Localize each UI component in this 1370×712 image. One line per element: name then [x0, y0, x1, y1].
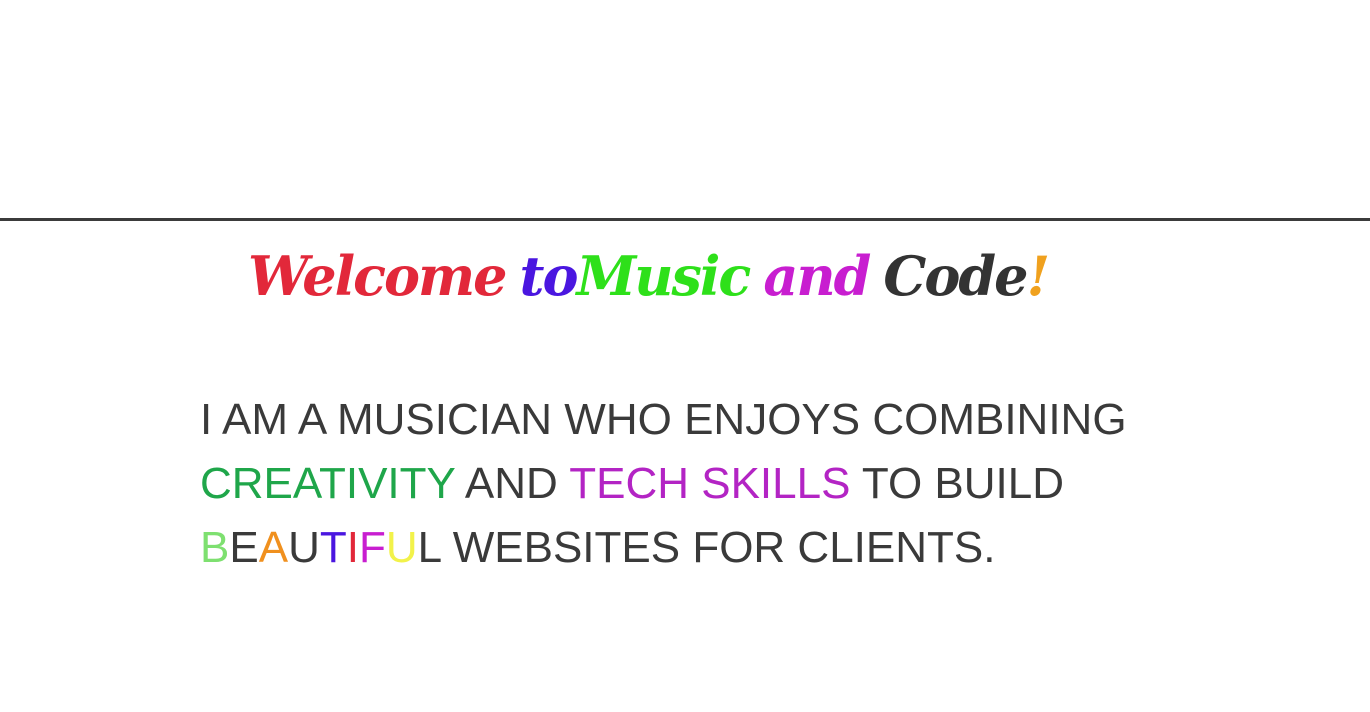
- beautiful-rainbow-word: BEAUTIFUL: [200, 523, 441, 572]
- intro-line-3-rest: WEBSITES FOR CLIENTS.: [440, 523, 996, 572]
- beautiful-letter: A: [258, 523, 289, 572]
- page: Welcome toMusic and Code! I AM A MUSICIAN W…: [0, 0, 1370, 712]
- welcome-heading: Welcome toMusic and Code!: [248, 236, 1050, 316]
- heading-word-and: and: [763, 244, 871, 308]
- creativity-highlight: CREATIVITY: [200, 459, 456, 508]
- heading-exclamation: !: [1026, 244, 1050, 308]
- beautiful-letter: L: [417, 523, 441, 572]
- beautiful-letter: U: [385, 523, 418, 572]
- beautiful-letter: U: [288, 523, 320, 572]
- beautiful-letter: I: [346, 523, 359, 572]
- beautiful-letter: B: [200, 523, 230, 572]
- header-divider: [0, 218, 1370, 221]
- heading-word-welcome: Welcome: [248, 244, 508, 308]
- heading-word-to: to: [519, 244, 579, 308]
- beautiful-letter: E: [229, 523, 259, 572]
- heading-word-music: Music: [576, 244, 751, 308]
- intro-line-2: CREATIVITY AND TECH SKILLS TO BUILD: [200, 452, 1200, 516]
- intro-line-2-end: TO BUILD: [850, 459, 1064, 508]
- intro-line-3: BEAUTIFUL WEBSITES FOR CLIENTS.: [200, 516, 1200, 580]
- beautiful-letter: F: [358, 523, 386, 572]
- tech-skills-highlight: TECH SKILLS: [569, 459, 851, 508]
- intro-line-2-and: AND: [455, 459, 570, 508]
- intro-line-1: I AM A MUSICIAN WHO ENJOYS COMBINING: [200, 395, 1127, 444]
- intro-paragraph: I AM A MUSICIAN WHO ENJOYS COMBINING CRE…: [200, 388, 1200, 580]
- heading-word-code: Code: [883, 244, 1028, 308]
- beautiful-letter: T: [319, 523, 347, 572]
